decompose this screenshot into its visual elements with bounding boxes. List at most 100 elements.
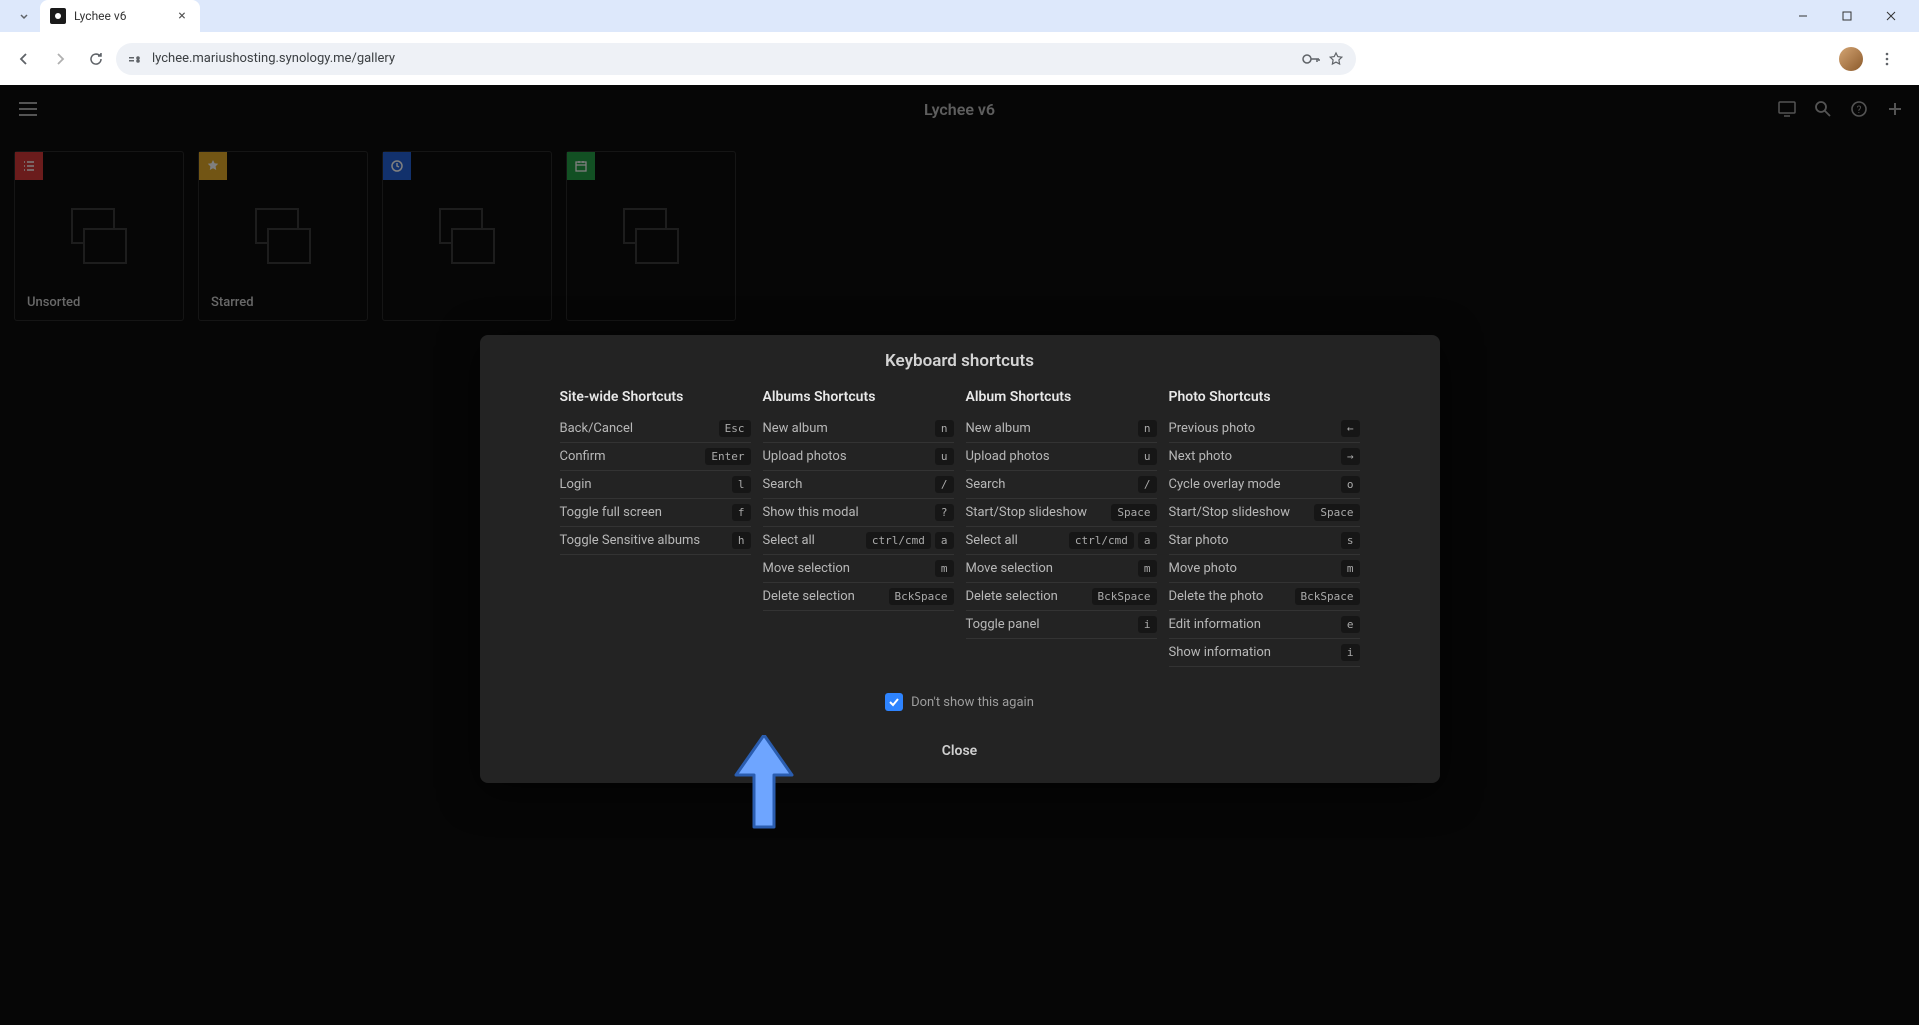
browser-toolbar: lychee.mariushosting.synology.me/gallery [0, 32, 1919, 85]
search-icon[interactable] [1811, 97, 1835, 121]
shortcut-label: Move selection [966, 561, 1053, 576]
shortcut-label: Move selection [763, 561, 850, 576]
checkbox-checked-icon[interactable] [885, 693, 903, 711]
shortcut-keys: e [1341, 616, 1360, 633]
key-badge: / [935, 476, 954, 493]
password-icon[interactable] [1302, 53, 1320, 65]
shortcut-label: New album [763, 421, 828, 436]
placeholder-icon [439, 208, 495, 264]
key-badge: ? [935, 504, 954, 521]
album-grid: Unsorted Starred [0, 133, 1919, 339]
profile-avatar[interactable] [1839, 47, 1863, 71]
shortcut-keys: Enter [705, 448, 750, 465]
browser-menu-button[interactable] [1871, 43, 1903, 75]
shortcut-label: Edit information [1169, 617, 1261, 632]
shortcut-label: Toggle full screen [560, 505, 662, 520]
shortcut-label: Start/Stop slideshow [966, 505, 1087, 520]
shortcut-row: Select allctrl/cmda [763, 527, 954, 555]
placeholder-icon [623, 208, 679, 264]
key-badge: ctrl/cmd [1069, 532, 1134, 549]
window-maximize-button[interactable] [1827, 2, 1867, 30]
browser-tab[interactable]: Lychee v6 × [40, 0, 200, 32]
album-recent[interactable] [382, 151, 552, 321]
key-badge: BckSpace [889, 588, 954, 605]
key-badge: a [1138, 532, 1157, 549]
album-unsorted[interactable]: Unsorted [14, 151, 184, 321]
album-label: Unsorted [27, 295, 80, 310]
album-onthisday[interactable] [566, 151, 736, 321]
shortcut-row: Previous photo ← [1169, 415, 1360, 443]
reload-button[interactable] [80, 43, 112, 75]
shortcut-row: Back/Cancel Esc [560, 415, 751, 443]
column-title: Photo Shortcuts [1169, 389, 1360, 415]
shortcut-label: Show information [1169, 645, 1271, 660]
tab-favicon-icon [50, 8, 66, 24]
shortcut-label: Start/Stop slideshow [1169, 505, 1290, 520]
shortcut-row: Show informationi [1169, 639, 1360, 667]
help-icon[interactable]: ? [1847, 97, 1871, 121]
shortcut-keys: f [732, 504, 751, 521]
url-text: lychee.mariushosting.synology.me/gallery [152, 51, 395, 66]
window-minimize-button[interactable] [1783, 2, 1823, 30]
shortcut-keys: s [1341, 532, 1360, 549]
site-settings-icon[interactable] [128, 52, 144, 66]
shortcut-label: Cycle overlay mode [1169, 477, 1281, 492]
shortcut-label: Toggle panel [966, 617, 1040, 632]
shortcut-label: Back/Cancel [560, 421, 634, 436]
shortcut-label: Previous photo [1169, 421, 1256, 436]
shortcut-keys: Space [1314, 504, 1359, 521]
shortcut-keys: Esc [719, 420, 751, 437]
shortcut-label: Delete selection [763, 589, 855, 604]
url-bar[interactable]: lychee.mariushosting.synology.me/gallery [116, 43, 1356, 75]
key-badge: e [1341, 616, 1360, 633]
key-badge: Enter [705, 448, 750, 465]
shortcut-label: Show this modal [763, 505, 859, 520]
shortcut-label: Next photo [1169, 449, 1233, 464]
shortcut-keys: n [1138, 420, 1157, 437]
bookmark-icon[interactable] [1328, 51, 1344, 67]
key-badge: / [1138, 476, 1157, 493]
list-icon [15, 152, 43, 180]
menu-button[interactable] [12, 93, 44, 125]
close-label: Close [942, 743, 977, 759]
tab-close-button[interactable]: × [174, 8, 190, 24]
shortcut-row: Cycle overlay modeo [1169, 471, 1360, 499]
shortcut-column: Album ShortcutsNew albumnUpload photosuS… [966, 389, 1157, 667]
key-badge: m [1341, 560, 1360, 577]
key-badge: m [1138, 560, 1157, 577]
shortcut-row: Search/ [763, 471, 954, 499]
shortcut-keys: → [1341, 448, 1360, 465]
key-badge: Space [1314, 504, 1359, 521]
shortcut-keys: / [935, 476, 954, 493]
shortcut-row: Toggle Sensitive albums h [560, 527, 751, 555]
shortcut-keys: ← [1341, 420, 1360, 437]
key-badge: BckSpace [1092, 588, 1157, 605]
shortcut-row: Upload photosu [763, 443, 954, 471]
close-button[interactable]: Close [480, 711, 1440, 767]
clock-icon [383, 152, 411, 180]
shortcut-row: Upload photosu [966, 443, 1157, 471]
shortcut-column: Photo Shortcuts Previous photo ← Next photo… [1169, 389, 1360, 667]
key-badge: h [732, 532, 751, 549]
window-close-button[interactable] [1871, 2, 1911, 30]
shortcut-row: Loginl [560, 471, 751, 499]
key-badge: f [732, 504, 751, 521]
album-starred[interactable]: Starred [198, 151, 368, 321]
shortcut-label: Search [966, 477, 1006, 492]
forward-button[interactable] [44, 43, 76, 75]
placeholder-icon [71, 208, 127, 264]
tab-title: Lychee v6 [74, 9, 126, 23]
shortcut-label: Toggle Sensitive albums [560, 533, 701, 548]
shortcut-keys: BckSpace [1092, 588, 1157, 605]
app-title: Lychee v6 [924, 100, 995, 119]
back-button[interactable] [8, 43, 40, 75]
shortcut-keys: / [1138, 476, 1157, 493]
add-icon[interactable] [1883, 97, 1907, 121]
display-icon[interactable] [1775, 97, 1799, 121]
key-badge: l [732, 476, 751, 493]
dont-show-again-row[interactable]: Don't show this again [480, 693, 1440, 711]
tab-bar: Lychee v6 × [0, 0, 1919, 32]
shortcut-keys: ctrl/cmda [866, 532, 954, 549]
tab-dropdown-button[interactable] [12, 4, 36, 28]
shortcut-row: New albumn [966, 415, 1157, 443]
